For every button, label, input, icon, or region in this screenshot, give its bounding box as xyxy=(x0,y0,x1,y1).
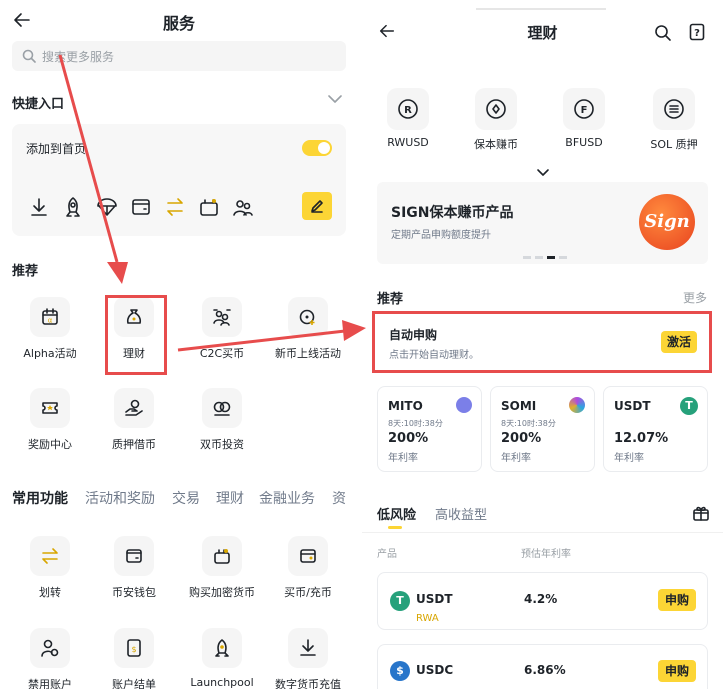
annotation-arrows xyxy=(58,54,366,352)
